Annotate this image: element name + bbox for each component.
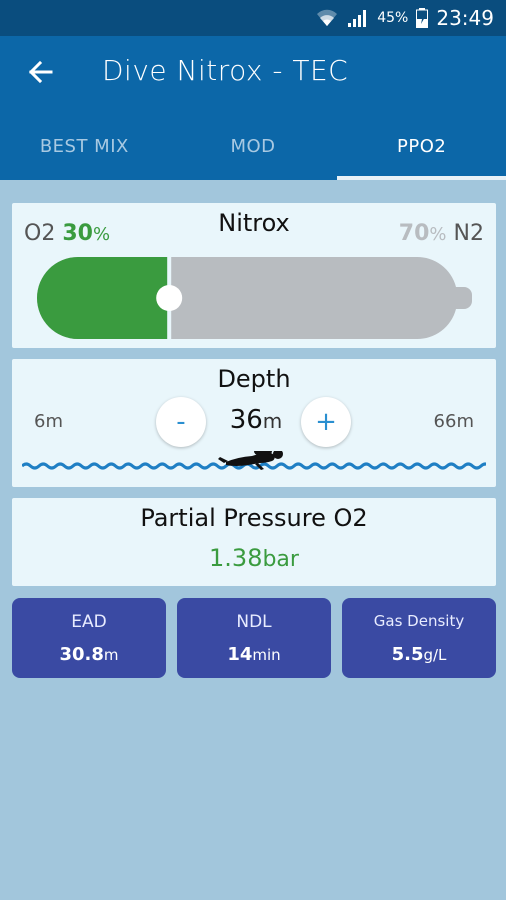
app-bar: Dive Nitrox - TEC xyxy=(0,36,506,112)
ndl-label: NDL xyxy=(236,612,272,632)
o2-value: 30 xyxy=(62,221,93,246)
gas-density-box[interactable]: Gas Density 5.5g/L xyxy=(342,598,496,678)
ead-number: 30.8 xyxy=(59,644,104,665)
ppo2-number: 1.38 xyxy=(209,544,263,572)
ppo2-card: Partial Pressure O2 1.38bar xyxy=(12,498,496,586)
n2-readout: 70% N2 xyxy=(399,221,484,246)
tab-best-mix[interactable]: BEST MIX xyxy=(0,112,169,180)
depth-card: Depth 6m - 36m + 66m xyxy=(12,359,496,487)
wave-line xyxy=(22,451,486,470)
n2-unit: % xyxy=(429,224,447,245)
depth-decrease-button[interactable]: - xyxy=(156,397,206,447)
depth-min-label: 6m xyxy=(34,411,63,432)
nitrox-card: Nitrox O2 30% 70% N2 xyxy=(12,203,496,348)
n2-value: 70 xyxy=(398,221,430,246)
o2-label: O2 xyxy=(24,221,56,246)
clock: 23:49 xyxy=(436,6,494,30)
arrow-left-icon xyxy=(27,59,53,89)
tank-slider[interactable] xyxy=(36,255,476,341)
page-title: Dive Nitrox - TEC xyxy=(102,54,349,87)
depth-title: Depth xyxy=(217,365,291,393)
ppo2-title: Partial Pressure O2 xyxy=(140,504,368,532)
back-button[interactable] xyxy=(20,56,60,92)
battery-icon xyxy=(416,8,429,28)
depth-max-label: 66m xyxy=(433,411,474,432)
wifi-icon xyxy=(315,8,339,28)
ead-label: EAD xyxy=(71,612,107,632)
ead-box[interactable]: EAD 30.8m xyxy=(12,598,166,678)
depth-unit: m xyxy=(262,409,283,433)
gas-density-unit: g/L xyxy=(423,646,447,664)
depth-increase-button[interactable]: + xyxy=(301,397,351,447)
depth-value: 36m xyxy=(212,405,300,435)
tab-ppo2[interactable]: PPO2 xyxy=(337,112,506,180)
gas-density-label: Gas Density xyxy=(373,612,465,630)
o2-readout: O2 30% xyxy=(24,221,110,246)
ppo2-value: 1.38bar xyxy=(12,544,496,572)
ead-unit: m xyxy=(103,646,119,664)
ndl-value: 14min xyxy=(177,644,331,665)
gas-density-number: 5.5 xyxy=(391,644,424,665)
ppo2-unit: bar xyxy=(262,547,299,572)
tab-mod[interactable]: MOD xyxy=(169,112,338,180)
slider-handle[interactable] xyxy=(156,285,183,311)
n2-label: N2 xyxy=(453,221,484,246)
ead-value: 30.8m xyxy=(12,644,166,665)
signal-icon xyxy=(347,8,369,28)
gas-density-value: 5.5g/L xyxy=(342,644,496,665)
ndl-unit: min xyxy=(252,646,281,664)
battery-percent: 45% xyxy=(377,10,409,26)
status-icons: 45% 23:49 xyxy=(315,6,494,30)
status-bar: 45% 23:49 xyxy=(0,0,506,36)
o2-tank-fill xyxy=(37,256,169,340)
ndl-number: 14 xyxy=(227,644,253,665)
tab-bar: BEST MIX MOD PPO2 xyxy=(0,112,506,180)
o2-unit: % xyxy=(92,224,111,245)
ndl-box[interactable]: NDL 14min xyxy=(177,598,331,678)
depth-number: 36 xyxy=(229,405,263,435)
